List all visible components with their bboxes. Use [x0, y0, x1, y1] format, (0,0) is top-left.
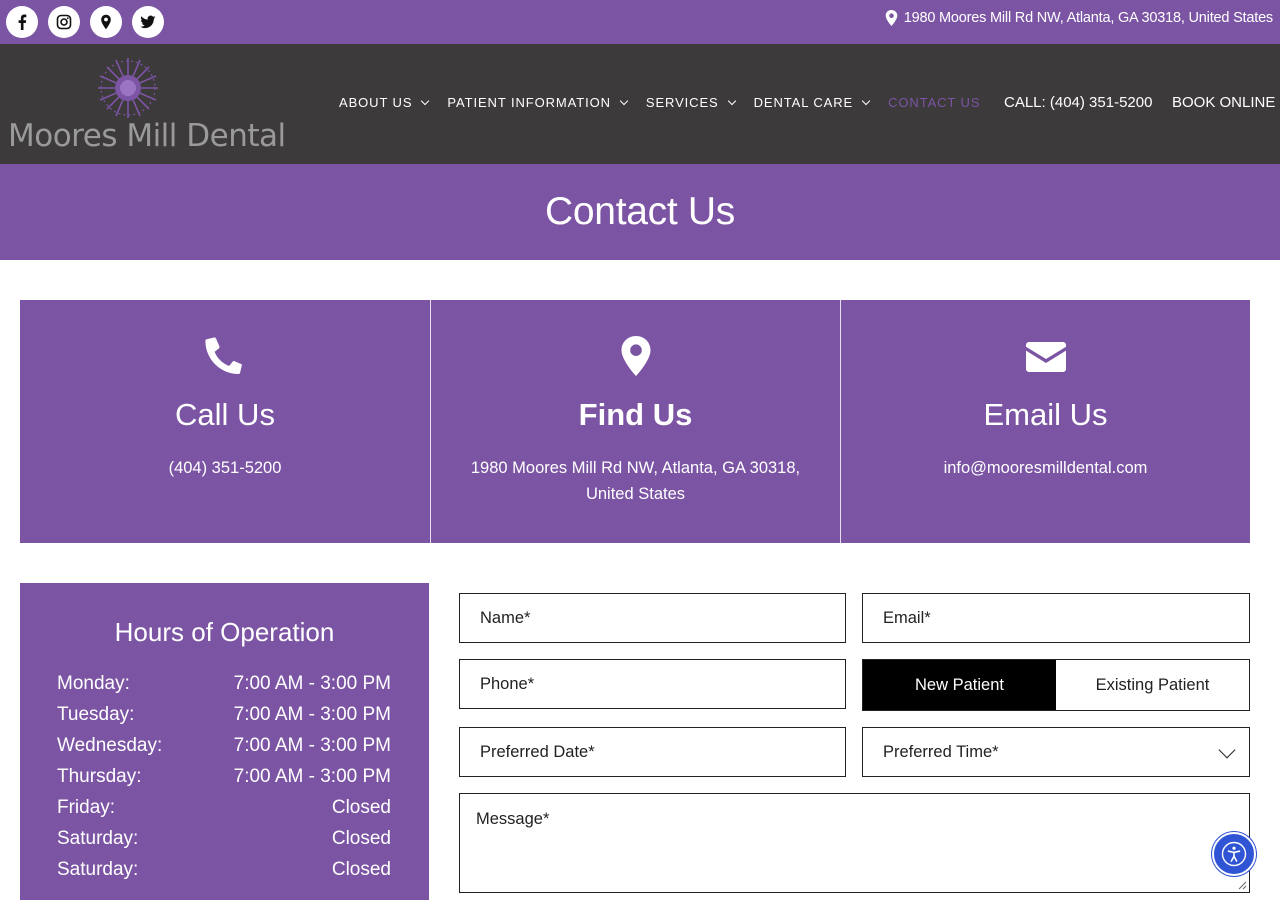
email-field[interactable]: Email*: [862, 593, 1250, 643]
message-placeholder: Message*: [476, 810, 550, 828]
name-placeholder: Name*: [480, 608, 531, 627]
preferred-date-placeholder: Preferred Date*: [480, 742, 595, 761]
hours-time: Closed: [331, 797, 391, 818]
social-links: [6, 6, 164, 38]
nav-label: ABOUT US: [339, 95, 413, 110]
top-address-text: 1980 Moores Mill Rd NW, Atlanta, GA 3031…: [903, 10, 1273, 26]
map-marker-icon: [885, 10, 898, 26]
book-online-link[interactable]: BOOK ONLINE: [1172, 94, 1275, 111]
card-phone-number[interactable]: (404) 351-5200: [50, 455, 400, 481]
contact-cards: Call Us (404) 351-5200 Find Us 1980 Moor…: [20, 300, 1250, 543]
hours-time: Closed: [331, 828, 391, 849]
hours-time: Closed: [331, 859, 391, 880]
phone-field[interactable]: Phone*: [459, 659, 846, 709]
chevron-down-icon: [727, 96, 736, 106]
card-title: Email Us: [983, 397, 1108, 432]
card-address[interactable]: 1980 Moores Mill Rd NW, Atlanta, GA 3031…: [461, 455, 810, 507]
existing-patient-option[interactable]: Existing Patient: [1056, 660, 1249, 710]
card-icon-wrap: [841, 336, 1250, 378]
nav-label: DENTAL CARE: [753, 95, 854, 110]
envelope-icon: [1025, 342, 1066, 372]
facebook-link[interactable]: [6, 6, 38, 38]
map-link[interactable]: [90, 6, 122, 38]
nav-label: CONTACT US: [888, 95, 981, 110]
nav-label: PATIENT INFORMATION: [447, 95, 611, 110]
preferred-date-field[interactable]: Preferred Date*: [459, 727, 846, 777]
twitter-icon: [140, 15, 156, 29]
nav-dental-care[interactable]: DENTAL CARE: [753, 95, 871, 110]
hours-day: Friday:: [57, 797, 116, 818]
preferred-time-select[interactable]: Preferred Time*: [862, 727, 1250, 777]
top-bar: 1980 Moores Mill Rd NW, Atlanta, GA 3031…: [0, 0, 1280, 44]
hours-row: Tuesday: 7:00 AM - 3:00 PM: [57, 704, 391, 726]
call-link[interactable]: CALL: (404) 351-5200: [1004, 94, 1152, 111]
chevron-down-icon: [1218, 741, 1236, 759]
accessibility-icon: [1221, 841, 1247, 867]
card-find-us: Find Us 1980 Moores Mill Rd NW, Atlanta,…: [430, 300, 840, 543]
hours-day: Saturday:: [57, 828, 139, 849]
hours-day: Wednesday:: [57, 735, 163, 756]
message-textarea[interactable]: Message*: [459, 793, 1250, 893]
hours-day: Thursday:: [57, 766, 142, 787]
hours-row: Wednesday: 7:00 AM - 3:00 PM: [57, 735, 391, 757]
hours-title: Hours of Operation: [114, 617, 335, 647]
hours-of-operation: Hours of Operation Monday: 7:00 AM - 3:00…: [20, 583, 429, 900]
name-field[interactable]: Name*: [459, 593, 846, 643]
phone-icon: [205, 337, 243, 375]
twitter-link[interactable]: [132, 6, 164, 38]
facebook-icon: [18, 14, 27, 30]
card-call-us: Call Us (404) 351-5200: [20, 300, 430, 543]
nav-label: SERVICES: [645, 95, 719, 110]
email-placeholder: Email*: [883, 608, 931, 627]
nav-services[interactable]: SERVICES: [645, 95, 736, 110]
top-address[interactable]: 1980 Moores Mill Rd NW, Atlanta, GA 3031…: [885, 10, 1273, 26]
card-icon-wrap: [20, 336, 430, 378]
phone-placeholder: Phone*: [480, 674, 535, 693]
nav-contact-us[interactable]: CONTACT US: [888, 95, 980, 110]
hours-time: 7:00 AM - 3:00 PM: [233, 766, 391, 787]
logo-mark-icon: [98, 58, 158, 118]
hours-time: 7:00 AM - 3:00 PM: [233, 704, 391, 725]
resize-handle-icon[interactable]: [1237, 880, 1247, 890]
chevron-down-icon: [861, 96, 871, 106]
card-icon-wrap: [431, 336, 840, 378]
accessibility-button[interactable]: [1212, 832, 1256, 876]
hours-day: Saturday:: [57, 859, 139, 880]
page-title-band: Contact Us: [0, 164, 1280, 260]
hours-row: Saturday: Closed: [57, 859, 391, 881]
card-email-us: Email Us info@mooresmilldental.com: [840, 300, 1250, 543]
main-nav: ABOUT US PATIENT INFORMATION SERVICES DE…: [339, 95, 999, 110]
hours-day: Tuesday:: [57, 704, 135, 725]
hours-time: 7:00 AM - 3:00 PM: [233, 735, 391, 756]
card-title: Call Us: [175, 397, 275, 432]
card-title: Find Us: [578, 397, 693, 432]
hours-row: Friday: Closed: [57, 797, 391, 819]
map-pin-icon: [101, 14, 111, 30]
card-email[interactable]: info@mooresmilldental.com: [871, 455, 1220, 481]
hours-row: Thursday: 7:00 AM - 3:00 PM: [57, 766, 391, 788]
nav-about-us[interactable]: ABOUT US: [339, 95, 430, 110]
new-patient-option[interactable]: New Patient: [863, 660, 1056, 710]
preferred-time-placeholder: Preferred Time*: [883, 742, 999, 761]
instagram-link[interactable]: [48, 6, 80, 38]
site-header: Moores Mill Dental ABOUT US PATIENT INFO…: [0, 44, 1280, 164]
patient-type-toggle: New Patient Existing Patient: [862, 659, 1250, 711]
hours-row: Monday: 7:00 AM - 3:00 PM: [57, 673, 391, 695]
page-title: Contact Us: [545, 190, 735, 233]
chevron-down-icon: [421, 96, 430, 106]
instagram-icon: [56, 14, 72, 30]
location-pin-icon: [621, 336, 650, 376]
hours-time: 7:00 AM - 3:00 PM: [233, 673, 391, 694]
chevron-down-icon: [619, 96, 629, 106]
hours-day: Monday:: [57, 673, 130, 694]
logo[interactable]: Moores Mill Dental: [8, 56, 286, 156]
logo-text: Moores Mill Dental: [8, 118, 286, 154]
nav-patient-information[interactable]: PATIENT INFORMATION: [447, 95, 629, 110]
hours-row: Saturday: Closed: [57, 828, 391, 850]
